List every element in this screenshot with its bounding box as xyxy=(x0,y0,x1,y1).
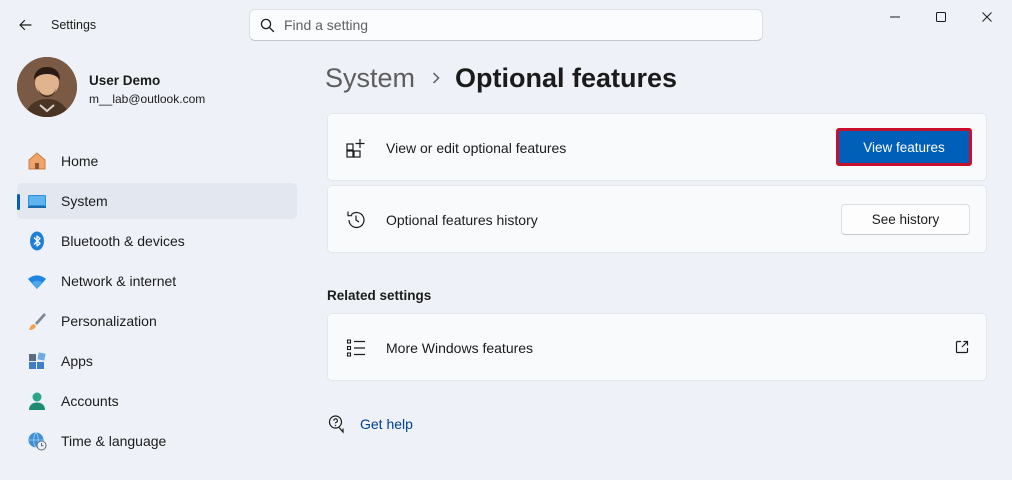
add-grid-icon xyxy=(344,136,368,160)
sidebar-item-accounts[interactable]: Accounts xyxy=(17,383,297,419)
sidebar-item-time-language[interactable]: Time & language xyxy=(17,423,297,459)
sidebar-item-apps[interactable]: Apps xyxy=(17,343,297,379)
help-chat-icon xyxy=(328,415,344,434)
sidebar-item-label: Home xyxy=(61,153,99,169)
page-title: Optional features xyxy=(455,62,678,93)
app-title: Settings xyxy=(51,18,97,32)
minimize-icon xyxy=(890,16,900,18)
wifi-icon xyxy=(26,270,48,292)
brush-icon xyxy=(26,310,48,332)
search-input[interactable] xyxy=(284,17,744,33)
view-features-button[interactable]: View features xyxy=(836,128,972,166)
search-icon xyxy=(250,18,284,33)
selection-indicator xyxy=(17,194,20,210)
chevron-right-icon xyxy=(431,71,441,85)
user-email: m__lab@outlook.com xyxy=(89,92,206,106)
home-icon xyxy=(26,150,48,172)
sidebar-nav: Home System Bluetooth & devices Network … xyxy=(17,143,297,463)
more-windows-features-label: More Windows features xyxy=(386,340,534,356)
see-history-button[interactable]: See history xyxy=(841,204,970,235)
back-arrow-icon xyxy=(19,19,32,31)
view-edit-features-label: View or edit optional features xyxy=(386,140,567,156)
history-icon xyxy=(344,208,368,232)
get-help-link[interactable]: Get help xyxy=(327,414,413,434)
avatar-image-icon xyxy=(17,57,77,117)
sidebar-item-label: Personalization xyxy=(61,313,157,329)
sidebar-item-home[interactable]: Home xyxy=(17,143,297,179)
breadcrumb: System Optional features xyxy=(325,58,677,98)
back-button[interactable] xyxy=(10,10,40,40)
sidebar-item-personalization[interactable]: Personalization xyxy=(17,303,297,339)
apps-icon xyxy=(26,350,48,372)
sidebar-item-label: Time & language xyxy=(61,433,167,449)
open-external-icon[interactable] xyxy=(954,339,970,355)
more-windows-features-card[interactable]: More Windows features xyxy=(327,313,987,381)
close-icon xyxy=(982,12,992,22)
sidebar-item-label: Accounts xyxy=(61,393,119,409)
sidebar-item-system[interactable]: System xyxy=(17,183,297,219)
features-history-label: Optional features history xyxy=(386,212,538,228)
get-help-label: Get help xyxy=(360,416,413,432)
sidebar-item-label: Apps xyxy=(61,353,93,369)
search-box[interactable] xyxy=(249,9,763,41)
list-icon xyxy=(344,336,368,360)
breadcrumb-parent[interactable]: System xyxy=(325,63,415,94)
globe-clock-icon xyxy=(26,430,48,452)
avatar[interactable] xyxy=(17,57,77,117)
system-icon xyxy=(26,190,48,212)
maximize-button[interactable] xyxy=(918,0,964,34)
sidebar-item-label: System xyxy=(61,193,108,209)
sidebar-item-label: Bluetooth & devices xyxy=(61,233,185,249)
minimize-button[interactable] xyxy=(872,0,918,34)
title-bar: Settings xyxy=(0,0,1012,50)
user-name: User Demo xyxy=(89,73,161,88)
sidebar-item-label: Network & internet xyxy=(61,273,177,289)
close-button[interactable] xyxy=(964,0,1010,34)
related-settings-heading: Related settings xyxy=(327,288,432,303)
sidebar-item-bluetooth[interactable]: Bluetooth & devices xyxy=(17,223,297,259)
sidebar-item-network[interactable]: Network & internet xyxy=(17,263,297,299)
maximize-icon xyxy=(936,12,946,22)
bluetooth-icon xyxy=(26,230,48,252)
person-icon xyxy=(26,390,48,412)
